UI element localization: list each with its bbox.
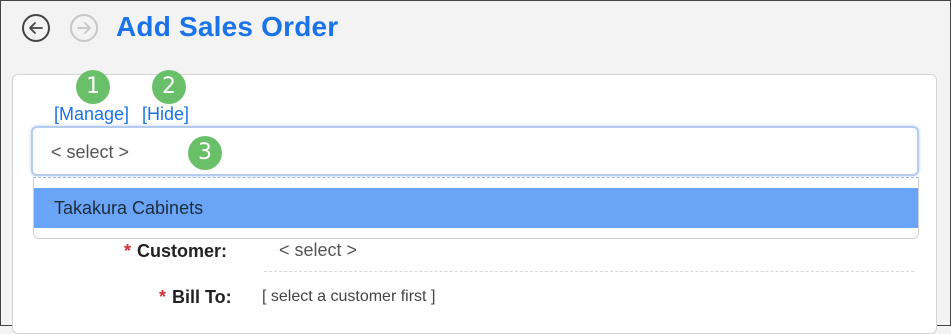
arrow-right-circle-icon bbox=[77, 22, 91, 34]
annotation-badge-3: 3 bbox=[188, 136, 222, 170]
customer-dropdown-list: Takakura Cabinets bbox=[33, 177, 919, 239]
required-marker: * bbox=[124, 241, 132, 261]
annotation-badge-2: 2 bbox=[152, 70, 186, 104]
bill-to-label: * Bill To: bbox=[159, 287, 232, 308]
page-title: Add Sales Order bbox=[116, 11, 339, 42]
bill-to-value: [ select a customer first ] bbox=[262, 288, 436, 305]
manage-link[interactable]: [Manage] bbox=[54, 104, 129, 125]
customer-label-text: Customer: bbox=[137, 241, 228, 261]
hide-link[interactable]: [Hide] bbox=[142, 104, 189, 125]
customer-select[interactable]: < select > bbox=[264, 236, 914, 272]
arrow-left-circle-icon bbox=[29, 22, 43, 34]
customer-search-select[interactable]: < select > bbox=[31, 126, 919, 176]
select-placeholder: < select > bbox=[51, 142, 130, 162]
forward-button[interactable] bbox=[70, 14, 98, 42]
annotation-badge-1: 1 bbox=[76, 70, 110, 104]
dropdown-option-takakura-cabinets[interactable]: Takakura Cabinets bbox=[34, 188, 918, 228]
back-button[interactable] bbox=[22, 14, 50, 42]
required-marker: * bbox=[159, 287, 167, 307]
page-header: Add Sales Order bbox=[0, 0, 949, 62]
bill-to-label-text: Bill To: bbox=[172, 287, 232, 307]
customer-label: * Customer: bbox=[124, 241, 227, 262]
